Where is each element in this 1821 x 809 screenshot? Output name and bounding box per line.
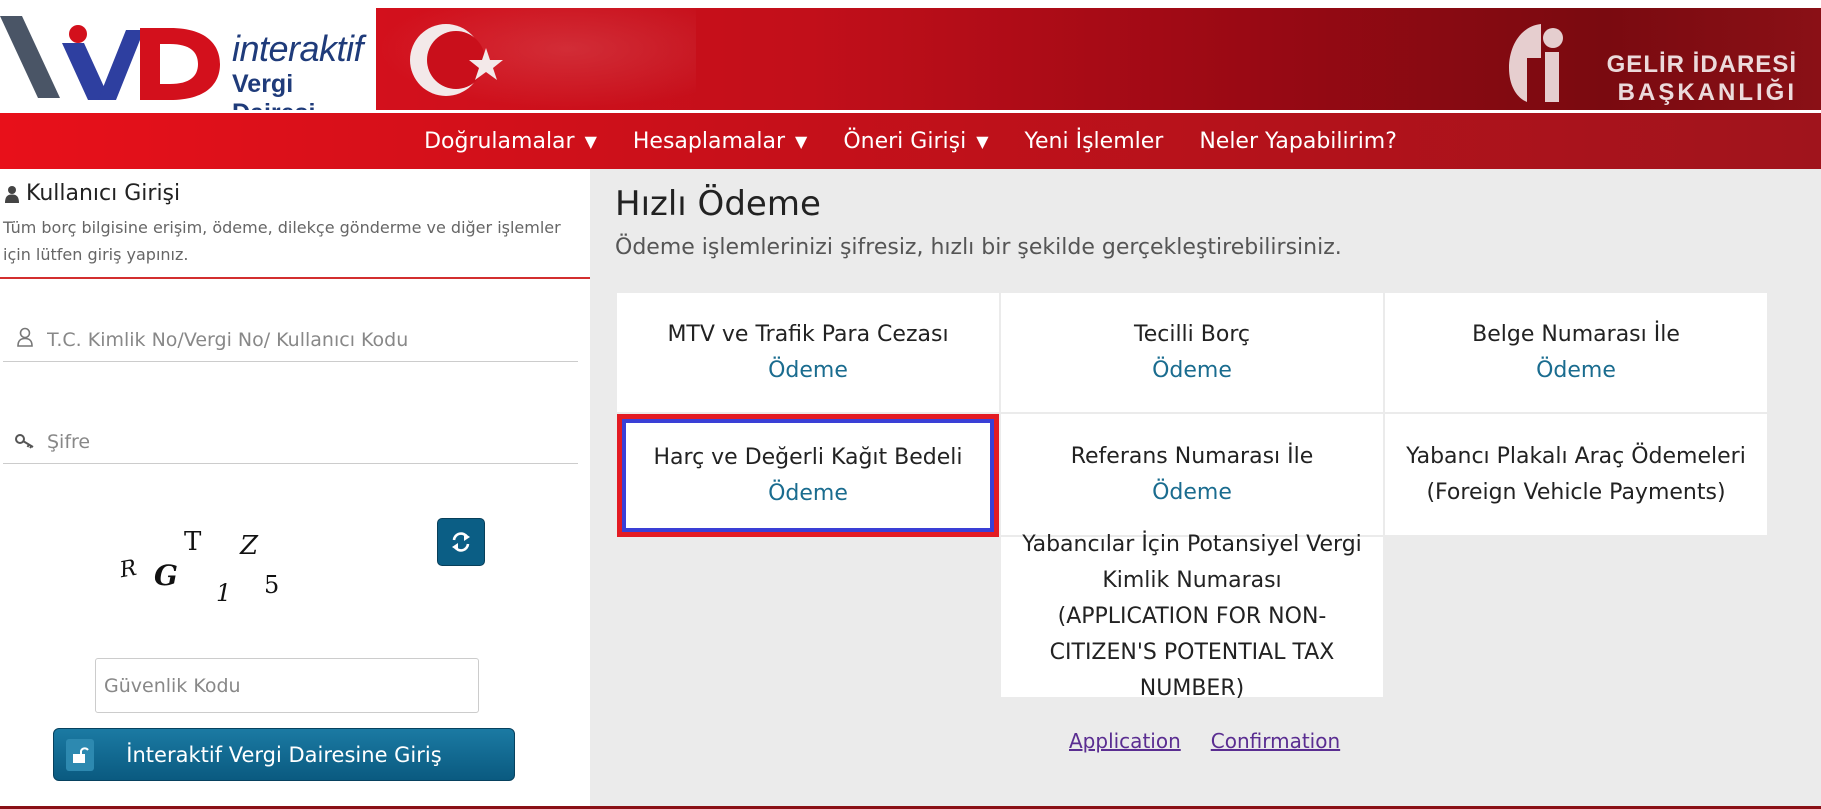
tile-mtv-trafik[interactable]: MTV ve Trafik Para Cezası Ödeme bbox=[617, 293, 999, 412]
captcha-image: R G T 1 Z 5 bbox=[117, 527, 288, 637]
tile-title: Harç ve Değerli Kağıt Bedeli bbox=[653, 444, 963, 470]
confirmation-link[interactable]: Confirmation bbox=[1211, 729, 1340, 753]
tile-yabanci-plakali-arac[interactable]: Yabancı Plakalı Araç Ödemeleri (Foreign … bbox=[1385, 414, 1767, 535]
site-header: interaktif Vergi Dairesi GELİR İDARESİ B… bbox=[0, 0, 1821, 113]
header-top-strip bbox=[0, 0, 1821, 8]
ivd-logo-mark-icon bbox=[0, 16, 220, 100]
key-icon bbox=[3, 430, 47, 454]
tile-title: Tecilli Borç bbox=[1134, 321, 1250, 347]
captcha-char: T bbox=[184, 527, 202, 557]
nav-item-label: Hesaplamalar bbox=[632, 128, 786, 154]
header-banner: GELİR İDARESİ BAŞKANLIĞI bbox=[376, 8, 1821, 110]
password-field bbox=[3, 420, 578, 464]
captcha-refresh-button[interactable] bbox=[437, 518, 485, 566]
tile-title: Referans Numarası İle bbox=[1070, 443, 1314, 469]
tile-harc-degerli-kagit[interactable]: Harç ve Değerli Kağıt Bedeli Ödeme bbox=[617, 414, 999, 537]
nav-item-hesaplamalar[interactable]: Hesaplamalar ▼ bbox=[633, 129, 807, 154]
nav-item-label: Neler Yapabilirim? bbox=[1199, 128, 1397, 154]
login-panel: Kullanıcı Girişi Tüm borç bilgisine eriş… bbox=[0, 169, 590, 809]
logo-text-interaktif: interaktif bbox=[232, 28, 364, 69]
caret-down-icon: ▼ bbox=[976, 131, 989, 151]
tile-action: Ödeme bbox=[1152, 479, 1232, 505]
tile-action: (APPLICATION FOR NON-CITIZEN'S POTENTIAL… bbox=[1049, 604, 1335, 701]
application-link[interactable]: Application bbox=[1069, 729, 1181, 753]
login-submit-label: İnteraktif Vergi Dairesine Giriş bbox=[126, 742, 442, 767]
user-solid-icon bbox=[5, 185, 19, 203]
logo-text-vergi-dairesi: Vergi Dairesi bbox=[232, 70, 315, 110]
unlock-icon bbox=[66, 739, 94, 771]
captcha-char: 5 bbox=[264, 571, 280, 599]
captcha-char: G bbox=[154, 559, 178, 592]
nav-item-dogrulamalar[interactable]: Doğrulamalar ▼ bbox=[424, 129, 597, 154]
gib-text-gelir-idaresi: GELİR İDARESİ bbox=[1606, 51, 1797, 78]
page-title: Hızlı Ödeme bbox=[615, 184, 821, 224]
page-subtitle: Ödeme işlemlerinizi şifresiz, hızlı bir … bbox=[615, 235, 1342, 260]
login-description: Tüm borç bilgisine erişim, ödeme, dilekç… bbox=[3, 218, 561, 264]
tile-tecilli-borc[interactable]: Tecilli Borç Ödeme bbox=[1001, 293, 1383, 412]
user-field bbox=[3, 318, 578, 362]
tile-belge-numarasi[interactable]: Belge Numarası İle Ödeme bbox=[1385, 293, 1767, 412]
tile-action: Ödeme bbox=[1152, 357, 1232, 383]
captcha-char: Z bbox=[240, 531, 259, 561]
caret-down-icon: ▼ bbox=[584, 131, 597, 151]
refresh-icon bbox=[452, 532, 470, 552]
user-icon bbox=[3, 327, 47, 352]
tile-action: Ödeme bbox=[1536, 357, 1616, 383]
password-input[interactable] bbox=[47, 430, 567, 453]
tile-title: MTV ve Trafik Para Cezası bbox=[667, 321, 949, 347]
captcha-char: R bbox=[117, 555, 139, 584]
flag-image bbox=[376, 8, 696, 110]
nav-item-neler-yapabilirim[interactable]: Neler Yapabilirim? bbox=[1199, 129, 1397, 154]
caret-down-icon: ▼ bbox=[795, 131, 808, 151]
tile-title: Yabancılar İçin Potansiyel Vergi Kimlik … bbox=[1022, 532, 1362, 593]
nav-item-oneri-girisi[interactable]: Öneri Girişi ▼ bbox=[843, 129, 988, 154]
tile-action: Ödeme bbox=[768, 480, 848, 506]
ivd-logo[interactable]: interaktif Vergi Dairesi bbox=[0, 8, 376, 110]
tile-potansiyel-vergi-kimlik[interactable]: Yabancılar İçin Potansiyel Vergi Kimlik … bbox=[1001, 532, 1383, 701]
tile-action: (Foreign Vehicle Payments) bbox=[1426, 479, 1726, 505]
tile-title: Yabancı Plakalı Araç Ödemeleri bbox=[1406, 443, 1746, 469]
tile-title: Belge Numarası İle bbox=[1472, 321, 1680, 347]
quick-pay-panel: Hızlı Ödeme Ödeme işlemlerinizi şifresiz… bbox=[590, 169, 1821, 809]
application-links: Application Confirmation bbox=[1069, 729, 1340, 753]
crescent-star-icon bbox=[410, 24, 503, 96]
nav-item-label: Doğrulamalar bbox=[424, 128, 575, 154]
nav-item-label: Öneri Girişi bbox=[843, 128, 967, 154]
security-code-input[interactable] bbox=[95, 658, 479, 713]
tile-referans-numarasi[interactable]: Referans Numarası İle Ödeme bbox=[1001, 414, 1383, 535]
login-divider bbox=[0, 277, 590, 279]
gib-text-baskanligi: BAŞKANLIĞI bbox=[1617, 79, 1797, 106]
login-title: Kullanıcı Girişi bbox=[4, 181, 180, 206]
login-title-text: Kullanıcı Girişi bbox=[26, 181, 181, 206]
user-input[interactable] bbox=[47, 328, 567, 351]
login-submit-button[interactable]: İnteraktif Vergi Dairesine Giriş bbox=[53, 728, 515, 781]
gib-logo-icon bbox=[1509, 24, 1563, 102]
main-nav: Doğrulamalar ▼ Hesaplamalar ▼ Öneri Giri… bbox=[0, 113, 1821, 169]
nav-item-label: Yeni İşlemler bbox=[1024, 128, 1164, 154]
captcha-char: 1 bbox=[216, 579, 232, 607]
nav-item-yeni-islemler[interactable]: Yeni İşlemler bbox=[1025, 129, 1164, 154]
tile-action: Ödeme bbox=[768, 357, 848, 383]
